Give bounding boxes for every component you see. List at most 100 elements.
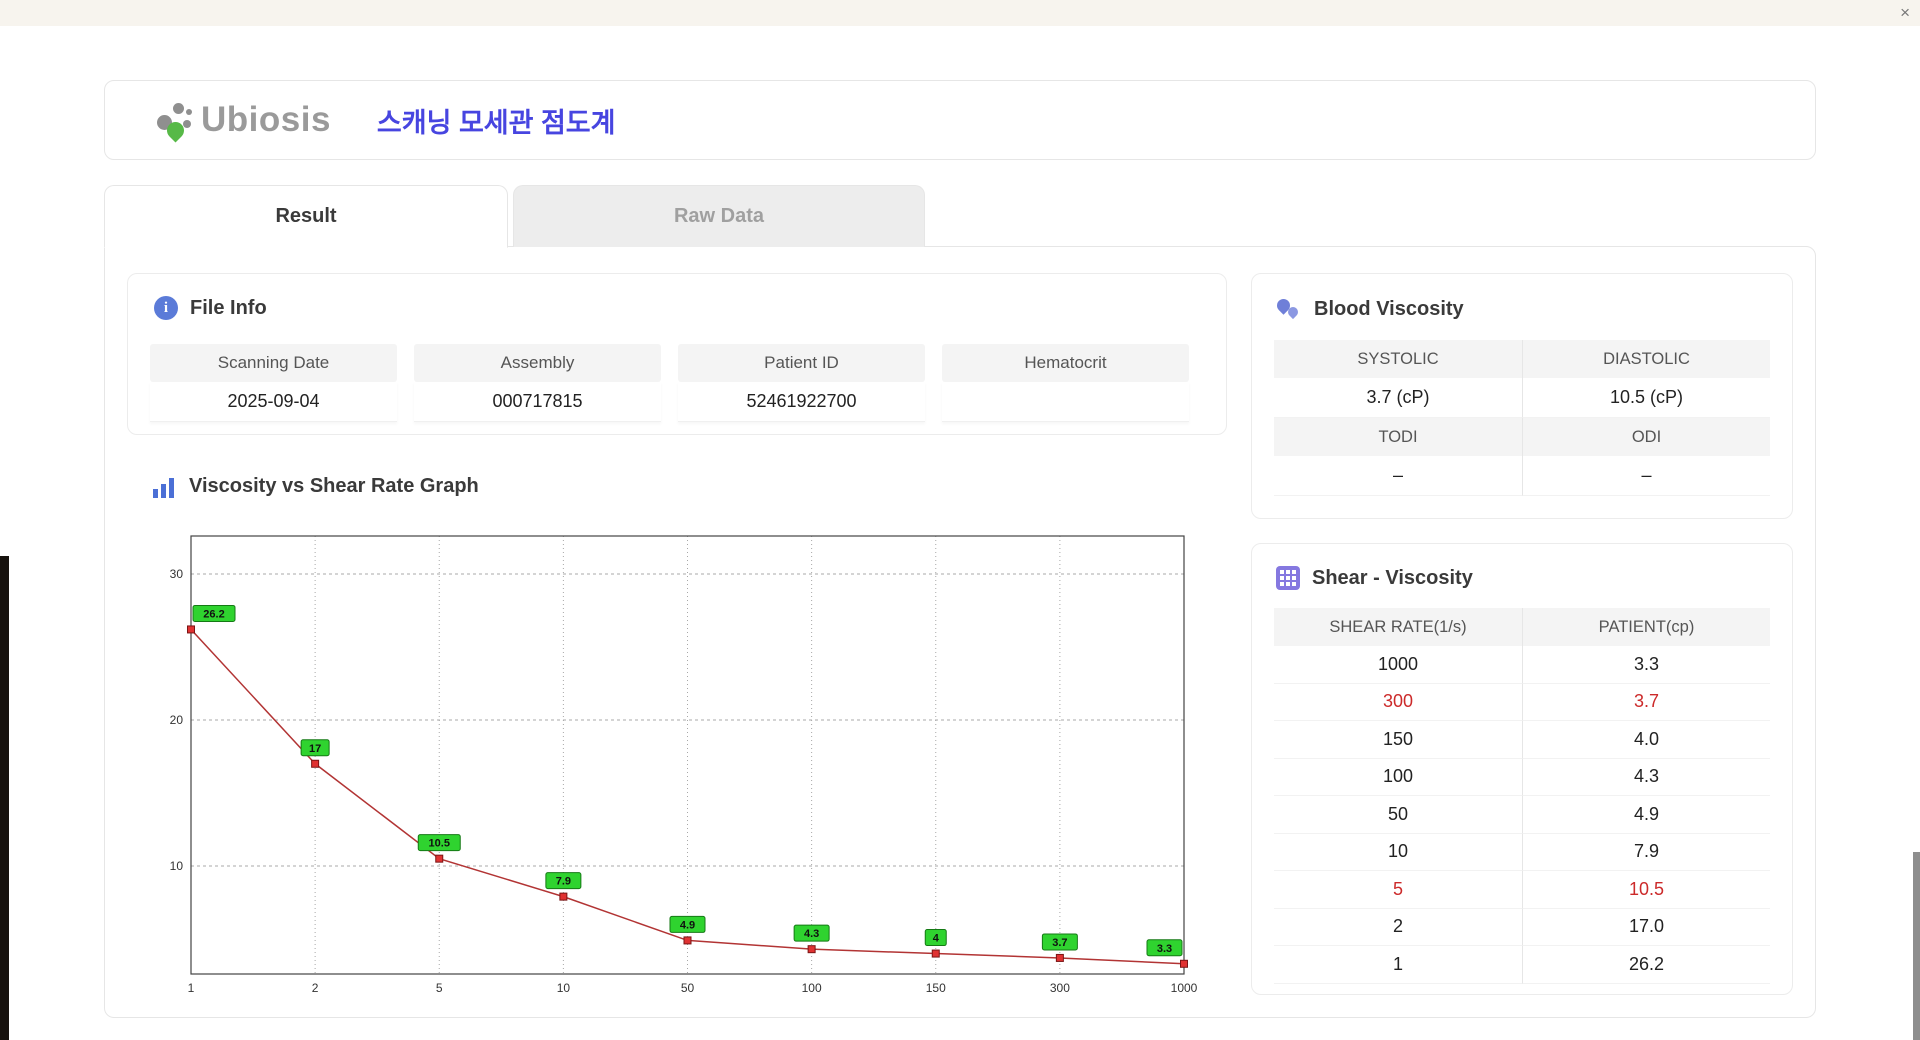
shear-viscosity-title: Shear - Viscosity xyxy=(1312,566,1473,589)
window-titlebar: × xyxy=(0,0,1920,26)
app-title: 스캐닝 모세관 점도계 xyxy=(376,107,616,138)
blood-viscosity-header: Blood Viscosity xyxy=(1274,296,1464,322)
viscosity-graph-card: Viscosity vs Shear Rate Graph 1 2 5 10 50 100… xyxy=(127,455,1227,1011)
graph-header: Viscosity vs Shear Rate Graph xyxy=(153,475,479,498)
patient-viscosity-cell: 10.5 xyxy=(1522,871,1770,909)
svg-text:3.3: 3.3 xyxy=(1157,943,1172,955)
shear-viscosity-card: Shear - Viscosity SHEAR RATE(1/s) PATIEN… xyxy=(1251,543,1793,995)
shear-table-row: 100 4.3 xyxy=(1274,758,1770,796)
patient-viscosity-cell: 4.0 xyxy=(1522,721,1770,759)
blood-viscosity-title: Blood Viscosity xyxy=(1314,297,1464,320)
shear-table-row: 50 4.9 xyxy=(1274,796,1770,834)
svg-text:150: 150 xyxy=(926,981,946,995)
shear-rate-cell: 150 xyxy=(1274,721,1522,759)
svg-text:50: 50 xyxy=(681,981,695,995)
app-header: Ubiosis 스캐닝 모세관 점도계 xyxy=(104,80,1816,160)
shear-rate-cell: 2 xyxy=(1274,909,1522,946)
viscosity-vs-shear-rate-chart: 1 2 5 10 50 100 150 300 1000 10 20 30 26.2 17 10.5 7.9 4… xyxy=(170,535,1198,995)
tab-result-label: Result xyxy=(275,205,337,227)
svg-text:10: 10 xyxy=(170,859,184,873)
blood-viscosity-grid: SYSTOLIC DIASTOLIC 3.7 (cP) 10.5 (cP) TO… xyxy=(1274,340,1770,496)
svg-text:30: 30 xyxy=(170,567,184,581)
column-shear-rate: SHEAR RATE(1/s) xyxy=(1274,608,1522,646)
file-info-fields: Scanning Date 2025-09-04 Assembly 000717… xyxy=(150,344,1189,422)
field-value xyxy=(942,382,1189,422)
svg-text:10.5: 10.5 xyxy=(429,838,450,850)
field-label: Hematocrit xyxy=(942,344,1189,382)
patient-viscosity-cell: 4.9 xyxy=(1522,796,1770,834)
svg-text:4.9: 4.9 xyxy=(680,919,695,931)
shear-table-row: 5 10.5 xyxy=(1274,871,1770,909)
bv-value-diastolic: 10.5 (cP) xyxy=(1522,378,1770,418)
svg-text:7.9: 7.9 xyxy=(556,876,571,888)
shear-rate-cell: 100 xyxy=(1274,759,1522,796)
droplets-icon xyxy=(1274,296,1302,322)
file-info-header: i File Info xyxy=(154,296,267,320)
ubiosis-logo: Ubiosis xyxy=(153,95,331,145)
field-label: Patient ID xyxy=(678,344,925,382)
shear-rate-cell: 1 xyxy=(1274,946,1522,984)
shear-rate-cell: 300 xyxy=(1274,684,1522,721)
svg-text:10: 10 xyxy=(557,981,571,995)
desktop-background-left xyxy=(0,556,9,1040)
column-patient: PATIENT(cp) xyxy=(1522,608,1770,646)
field-label: Scanning Date xyxy=(150,344,397,382)
svg-text:100: 100 xyxy=(802,981,822,995)
tab-result[interactable]: Result xyxy=(104,185,508,248)
logo-dots-icon xyxy=(153,95,199,145)
bv-value-systolic: 3.7 (cP) xyxy=(1274,378,1522,418)
file-info-card: i File Info Scanning Date 2025-09-04 Ass… xyxy=(127,273,1227,435)
bv-value-odi: – xyxy=(1522,456,1770,496)
shear-rate-cell: 5 xyxy=(1274,871,1522,909)
field-patient-id: Patient ID 52461922700 xyxy=(678,344,925,422)
file-info-title: File Info xyxy=(190,296,267,319)
tab-raw-data-label: Raw Data xyxy=(673,205,765,227)
patient-viscosity-cell: 26.2 xyxy=(1522,946,1770,984)
patient-viscosity-cell: 7.9 xyxy=(1522,833,1770,871)
shear-viscosity-table: SHEAR RATE(1/s) PATIENT(cp) 1000 3.3 300 3.… xyxy=(1274,608,1770,984)
shear-table-body: 1000 3.3 300 3.7 150 4.0 100 4.3 50 4.9 10 7.9 5 10.5… xyxy=(1274,646,1770,984)
bar-chart-icon xyxy=(153,476,177,498)
patient-viscosity-cell: 3.7 xyxy=(1522,683,1770,721)
desktop-background-right xyxy=(1913,852,1920,1040)
result-panel: i File Info Scanning Date 2025-09-04 Ass… xyxy=(104,246,1816,1018)
shear-rate-cell: 1000 xyxy=(1274,646,1522,684)
svg-text:26.2: 26.2 xyxy=(203,608,224,620)
field-assembly: Assembly 000717815 xyxy=(414,344,661,422)
window-close-icon[interactable]: × xyxy=(1900,4,1910,22)
bv-label-diastolic: DIASTOLIC xyxy=(1522,340,1770,378)
field-hematocrit: Hematocrit xyxy=(942,344,1189,422)
info-icon: i xyxy=(154,296,178,320)
svg-text:20: 20 xyxy=(170,713,184,727)
patient-viscosity-cell: 17.0 xyxy=(1522,908,1770,946)
shear-table-row: 2 17.0 xyxy=(1274,908,1770,946)
svg-text:17: 17 xyxy=(309,743,321,755)
bv-label-todi: TODI xyxy=(1274,418,1522,456)
svg-text:300: 300 xyxy=(1050,981,1070,995)
svg-text:5: 5 xyxy=(436,981,443,995)
tab-raw-data[interactable]: Raw Data xyxy=(513,185,925,247)
shear-table-row: 1 26.2 xyxy=(1274,946,1770,984)
shear-table-row: 300 3.7 xyxy=(1274,683,1770,721)
field-value: 2025-09-04 xyxy=(150,382,397,422)
field-scanning-date: Scanning Date 2025-09-04 xyxy=(150,344,397,422)
bv-label-systolic: SYSTOLIC xyxy=(1274,340,1522,378)
svg-text:3.7: 3.7 xyxy=(1052,937,1067,949)
svg-text:4.3: 4.3 xyxy=(804,928,819,940)
field-value: 000717815 xyxy=(414,382,661,422)
blood-viscosity-card: Blood Viscosity SYSTOLIC DIASTOLIC 3.7 (… xyxy=(1251,273,1793,519)
table-grid-icon xyxy=(1276,566,1300,590)
svg-text:2: 2 xyxy=(312,981,319,995)
bv-value-todi: – xyxy=(1274,456,1522,496)
shear-rate-cell: 10 xyxy=(1274,834,1522,871)
shear-table-row: 150 4.0 xyxy=(1274,721,1770,759)
svg-text:1000: 1000 xyxy=(1171,981,1198,995)
field-value: 52461922700 xyxy=(678,382,925,422)
shear-table-row: 10 7.9 xyxy=(1274,833,1770,871)
graph-title: Viscosity vs Shear Rate Graph xyxy=(189,475,479,497)
field-label: Assembly xyxy=(414,344,661,382)
logo-text: Ubiosis xyxy=(201,100,331,139)
shear-table-header-row: SHEAR RATE(1/s) PATIENT(cp) xyxy=(1274,608,1770,646)
bv-label-odi: ODI xyxy=(1522,418,1770,456)
shear-viscosity-header: Shear - Viscosity xyxy=(1276,566,1473,590)
